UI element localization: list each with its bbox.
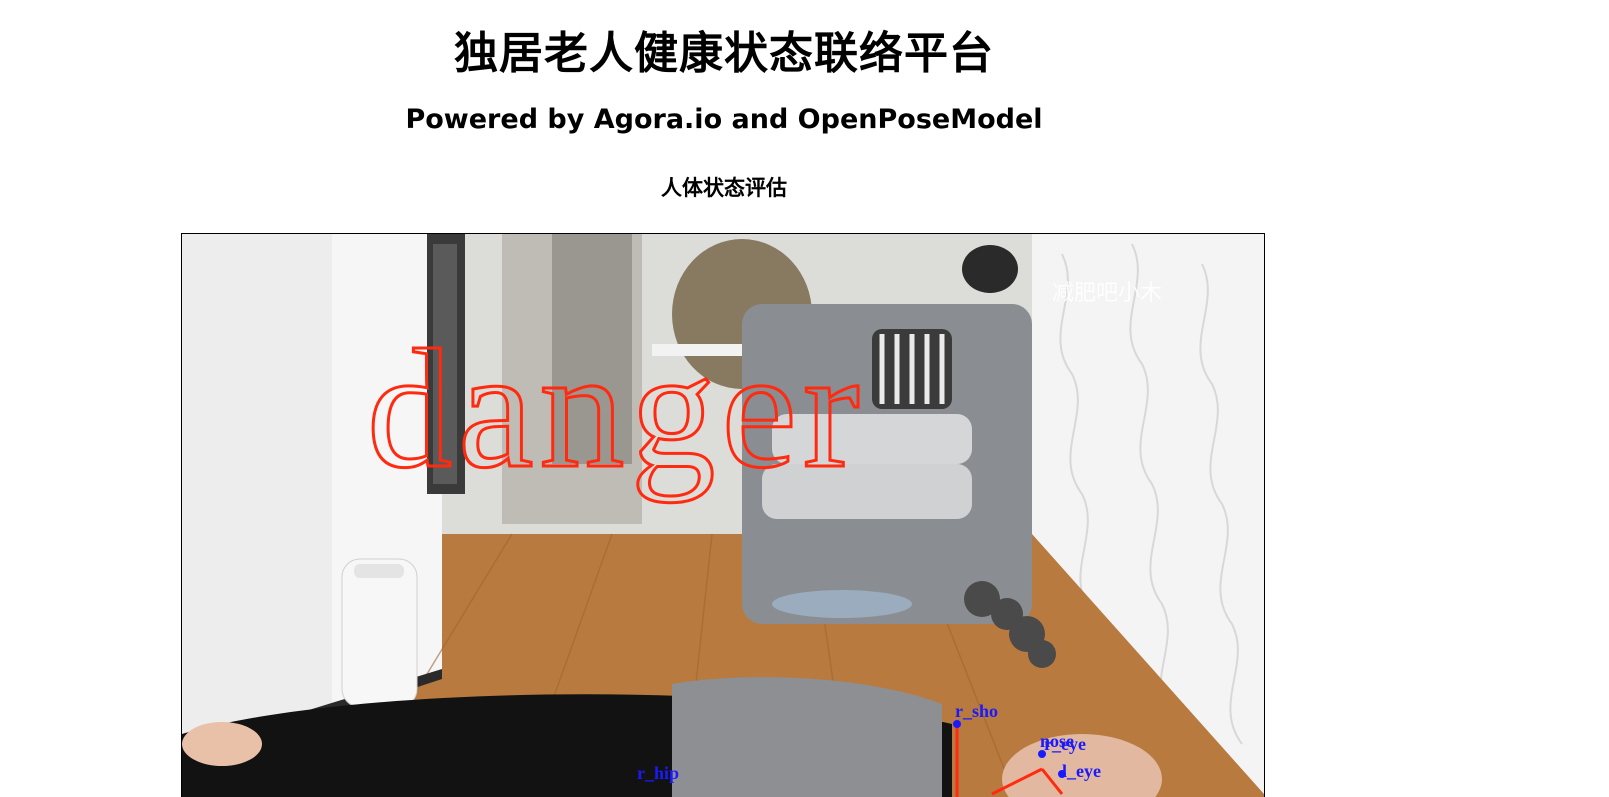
person-hand <box>182 722 262 766</box>
keypoint-label-r-hip: r_hip <box>637 763 679 783</box>
danger-status-overlay: danger <box>367 315 866 503</box>
cap-on-sofa <box>962 245 1018 293</box>
keypoint-label-nose: nose <box>1040 731 1074 751</box>
keypoint-label-r-sho: r_sho <box>955 701 998 721</box>
person-pants <box>672 677 942 797</box>
humidifier-top <box>354 564 404 578</box>
pose-video-frame[interactable]: r_sho r_eye nose l_eye r_hip 减肥吧小木 dange… <box>181 233 1265 797</box>
video-scene: r_sho r_eye nose l_eye r_hip 减肥吧小木 dange… <box>182 234 1264 797</box>
humidifier <box>341 558 418 708</box>
keypoint-label-l-eye: l_eye <box>1062 761 1101 781</box>
section-title: 人体状态评估 <box>661 176 787 200</box>
page-title: 独居老人健康状态联络平台 <box>454 28 994 79</box>
page: 独居老人健康状态联络平台 Powered by Agora.io and Ope… <box>0 0 1609 797</box>
video-watermark: 减肥吧小木 <box>1052 281 1162 306</box>
ball-under-sofa <box>772 590 912 618</box>
page-subtitle: Powered by Agora.io and OpenPoseModel <box>405 104 1043 135</box>
